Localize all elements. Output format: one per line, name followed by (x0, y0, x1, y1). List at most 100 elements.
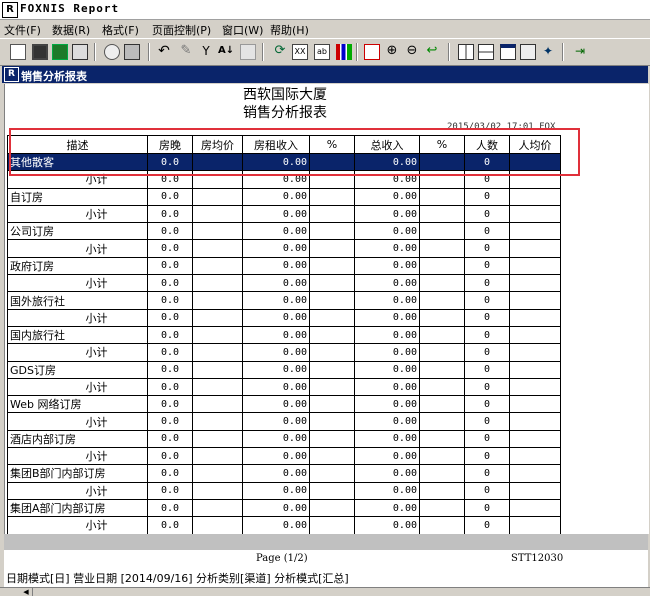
row-room-nights: 0.0 (147, 308, 193, 327)
table-row[interactable]: 自订房 0.0 0.00 0.00 0 (7, 187, 561, 206)
row-adr (192, 187, 243, 206)
filter-icon[interactable]: Y (198, 44, 214, 60)
row-room-revenue: 0.00 (242, 222, 310, 241)
row-total-revenue: 0.00 (354, 481, 420, 500)
subtotal-row[interactable]: 小计 0.0 0.00 0.00 0 (7, 204, 561, 224)
preview-icon[interactable] (104, 44, 120, 60)
table-row[interactable]: 政府订房 0.0 0.00 0.00 0 (7, 256, 561, 276)
view2-icon[interactable] (478, 44, 494, 60)
row-pct2 (419, 498, 465, 518)
save-icon[interactable] (32, 44, 48, 60)
tree-icon[interactable] (520, 44, 536, 60)
report-logo-icon: R (4, 67, 19, 82)
subtotal-row[interactable]: 小计 0.0 0.00 0.00 0 (7, 516, 561, 535)
row-persons: 0 (464, 239, 510, 258)
table-row[interactable]: 国外旅行社 0.0 0.00 0.00 0 (7, 291, 561, 310)
calc-icon[interactable]: XX (292, 44, 308, 60)
grid-icon[interactable] (240, 44, 256, 60)
menu-format[interactable]: 格式(F) (102, 22, 139, 38)
row-total-revenue: 0.00 (354, 464, 420, 483)
row-adr (192, 343, 243, 362)
row-desc: 小计 (7, 377, 148, 397)
row-per-capita (509, 516, 561, 535)
row-room-nights: 0.0 (147, 239, 193, 258)
row-per-capita (509, 360, 561, 379)
row-pct1 (309, 204, 355, 224)
page-indicator: Page (1/2) (256, 553, 308, 564)
view1-icon[interactable] (458, 44, 474, 60)
subtotal-row[interactable]: 小计 0.0 0.00 0.00 0 (7, 274, 561, 293)
row-total-revenue: 0.00 (354, 204, 420, 224)
refresh-icon[interactable]: ⟳ (272, 44, 288, 60)
row-adr (192, 291, 243, 310)
report-canvas[interactable]: 西软国际大厦 销售分析报表 2015/03/02 17:01 FOX 描述 房晚… (4, 84, 649, 535)
excel-icon[interactable] (52, 44, 68, 60)
new-icon[interactable] (10, 44, 26, 60)
row-persons: 0 (464, 222, 510, 241)
run-icon[interactable]: ✦ (540, 44, 556, 60)
table-row[interactable]: 公司订房 0.0 0.00 0.00 0 (7, 222, 561, 241)
undo-icon[interactable]: ↶ (156, 44, 172, 60)
row-adr (192, 516, 243, 535)
back-icon[interactable]: ↩ (424, 44, 440, 60)
row-per-capita (509, 274, 561, 293)
table-row[interactable]: 集团B部门内部订房 0.0 0.00 0.00 0 (7, 464, 561, 483)
row-adr (192, 412, 243, 431)
row-per-capita (509, 204, 561, 224)
row-persons: 0 (464, 447, 510, 466)
subtotal-row[interactable]: 小计 0.0 0.00 0.00 0 (7, 412, 561, 431)
row-per-capita (509, 308, 561, 327)
row-persons: 0 (464, 498, 510, 518)
menu-window[interactable]: 窗口(W) (222, 22, 263, 38)
report-window-title: R 销售分析报表 (2, 66, 648, 83)
table-row[interactable]: 集团A部门内部订房 0.0 0.00 0.00 0 (7, 498, 561, 518)
report-icon[interactable]: ab (314, 44, 330, 60)
copy-icon[interactable] (364, 44, 380, 60)
row-adr (192, 308, 243, 327)
zoom-in-icon[interactable]: ⊕ (384, 44, 400, 60)
row-room-nights: 0.0 (147, 464, 193, 483)
menu-help[interactable]: 帮助(H) (270, 22, 309, 38)
row-desc: 小计 (7, 412, 148, 431)
menu-file[interactable]: 文件(F) (4, 22, 41, 38)
row-total-revenue: 0.00 (354, 343, 420, 362)
row-room-revenue: 0.00 (242, 360, 310, 379)
row-adr (192, 395, 243, 414)
zoom-out-icon[interactable]: ⊖ (404, 44, 420, 60)
export-icon[interactable] (72, 44, 88, 60)
row-room-nights: 0.0 (147, 395, 193, 414)
row-persons: 0 (464, 360, 510, 379)
row-pct1 (309, 395, 355, 414)
subtotal-row[interactable]: 小计 0.0 0.00 0.00 0 (7, 239, 561, 258)
subtotal-row[interactable]: 小计 0.0 0.00 0.00 0 (7, 447, 561, 466)
menu-page-control[interactable]: 页面控制(P) (152, 22, 211, 38)
row-pct2 (419, 325, 465, 345)
window-icon[interactable] (500, 44, 516, 60)
table-row[interactable]: 国内旅行社 0.0 0.00 0.00 0 (7, 325, 561, 345)
chart-icon[interactable] (336, 44, 352, 60)
row-pct1 (309, 464, 355, 483)
row-per-capita (509, 187, 561, 206)
table-row[interactable]: GDS订房 0.0 0.00 0.00 0 (7, 360, 561, 379)
sort-icon[interactable]: A↓ (218, 44, 234, 60)
report-page-gap (4, 534, 648, 550)
table-row[interactable]: 酒店内部订房 0.0 0.00 0.00 0 (7, 429, 561, 449)
exit-icon[interactable]: ⇥ (572, 44, 588, 60)
print-icon[interactable] (124, 44, 140, 60)
row-total-revenue: 0.00 (354, 412, 420, 431)
subtotal-row[interactable]: 小计 0.0 0.00 0.00 0 (7, 343, 561, 362)
subtotal-row[interactable]: 小计 0.0 0.00 0.00 0 (7, 308, 561, 327)
row-room-nights: 0.0 (147, 256, 193, 276)
subtotal-row[interactable]: 小计 0.0 0.00 0.00 0 (7, 377, 561, 397)
table-row[interactable]: Web 网络订房 0.0 0.00 0.00 0 (7, 395, 561, 414)
row-per-capita (509, 429, 561, 449)
row-adr (192, 274, 243, 293)
row-per-capita (509, 343, 561, 362)
edit-icon[interactable]: ✎ (178, 44, 194, 60)
row-persons: 0 (464, 377, 510, 397)
report-name: 销售分析报表 (243, 105, 327, 121)
row-desc: 国内旅行社 (7, 325, 148, 345)
row-desc: 国外旅行社 (7, 291, 148, 310)
menu-data[interactable]: 数据(R) (52, 22, 90, 38)
subtotal-row[interactable]: 小计 0.0 0.00 0.00 0 (7, 481, 561, 500)
